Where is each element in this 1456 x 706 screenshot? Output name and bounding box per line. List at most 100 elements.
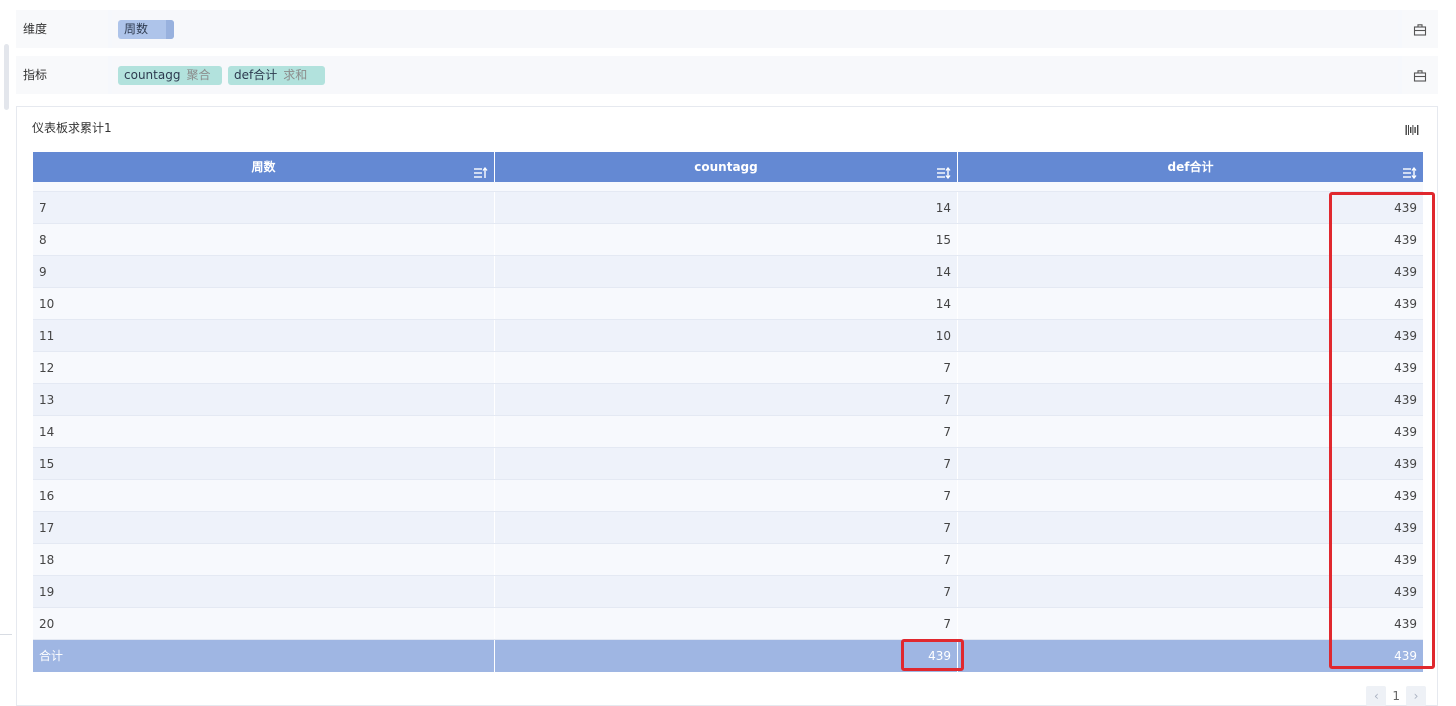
table-spacer-row (33, 182, 1423, 192)
table-row: 15 7 439 (33, 448, 1423, 480)
table-row: 16 7 439 (33, 480, 1423, 512)
metric-chip-def-sum[interactable]: def合计 求和 (228, 66, 325, 85)
metric-chip-countagg[interactable]: countagg 聚合 (118, 66, 222, 85)
cell-countagg: 14 (495, 288, 958, 319)
sort-both-icon (1403, 166, 1417, 180)
cell-week: 8 (33, 224, 495, 255)
metric-drop-zone[interactable]: countagg 聚合 def合计 求和 (112, 56, 1398, 94)
dimension-config-button[interactable] (1402, 10, 1438, 48)
scrollbar-thumb[interactable] (4, 44, 9, 110)
cell-countagg: 14 (495, 256, 958, 287)
column-header-label: countagg (694, 160, 758, 174)
cell-countagg: 7 (495, 480, 958, 511)
sort-ascending-icon (474, 166, 488, 178)
barcode-chart-icon (1405, 125, 1419, 135)
table-header: 周数 countagg def合计 (33, 152, 1423, 182)
sort-both-icon (937, 166, 951, 180)
table-row: 9 14 439 (33, 256, 1423, 288)
cell-countagg: 10 (495, 320, 958, 351)
cell-def-sum: 439 (1394, 553, 1417, 567)
metric-label: 指标 (16, 56, 108, 94)
table-row: 13 7 439 (33, 384, 1423, 416)
cell-countagg: 7 (495, 352, 958, 383)
left-scrollbar[interactable] (0, 0, 13, 697)
metric-chip-agg: 求和 (283, 68, 308, 82)
table-row: 18 7 439 (33, 544, 1423, 576)
cell-def-sum: 439 (1394, 617, 1417, 631)
dimension-chip-week[interactable]: 周数 (118, 20, 174, 39)
table-row: 12 7 439 (33, 352, 1423, 384)
cell-week: 13 (33, 384, 495, 415)
table-row: 20 7 439 (33, 608, 1423, 640)
metric-field-row: 指标 countagg 聚合 def合计 求和 (16, 56, 1438, 94)
cell-week: 14 (33, 416, 495, 447)
column-header-countagg[interactable]: countagg (495, 152, 958, 182)
cell-week: 7 (33, 192, 495, 223)
cell-countagg: 7 (495, 384, 958, 415)
cell-week: 17 (33, 512, 495, 543)
toolbox-icon (1413, 69, 1427, 82)
cell-countagg: 7 (495, 416, 958, 447)
cell-def-sum: 439 (1394, 201, 1417, 215)
dimension-chip-label: 周数 (124, 22, 149, 36)
cell-countagg: 7 (495, 576, 958, 607)
dimension-field-row: 维度 周数 (16, 10, 1438, 48)
total-def-sum: 439 (1394, 649, 1417, 663)
table-row: 17 7 439 (33, 512, 1423, 544)
dimension-drop-zone[interactable]: 周数 (112, 10, 1398, 48)
cell-def-sum: 439 (1394, 425, 1417, 439)
metric-config-button[interactable] (1402, 56, 1438, 94)
table-row: 19 7 439 (33, 576, 1423, 608)
cell-countagg: 7 (495, 448, 958, 479)
pagination: ‹ 1 › (1366, 686, 1426, 706)
divider (0, 634, 12, 635)
chart-type-button[interactable] (1405, 121, 1419, 140)
cell-def-sum: 439 (1394, 521, 1417, 535)
chart-panel: 仪表板求累计1 周数 countagg def合计 7 14 439 8 15 … (16, 106, 1438, 706)
cell-week: 19 (33, 576, 495, 607)
table-body: 7 14 439 8 15 439 9 14 439 10 14 439 11 (33, 192, 1423, 672)
page-number[interactable]: 1 (1392, 686, 1400, 706)
cell-def-sum: 439 (1394, 265, 1417, 279)
cell-countagg: 7 (495, 544, 958, 575)
table-row: 14 7 439 (33, 416, 1423, 448)
metric-chip-name: countagg (124, 68, 181, 82)
cell-def-sum: 439 (1394, 393, 1417, 407)
column-header-week[interactable]: 周数 (33, 152, 495, 182)
table-row: 8 15 439 (33, 224, 1423, 256)
cell-countagg: 15 (495, 224, 958, 255)
dimension-label: 维度 (16, 10, 108, 48)
cell-def-sum: 439 (1394, 329, 1417, 343)
metric-chip-name: def合计 (234, 68, 278, 82)
total-countagg: 439 (495, 640, 958, 672)
column-header-label: 周数 (251, 160, 276, 174)
prev-page-button[interactable]: ‹ (1366, 686, 1387, 706)
panel-title: 仪表板求累计1 (32, 121, 112, 135)
total-row: 合计 439 439 (33, 640, 1423, 672)
cell-def-sum: 439 (1394, 585, 1417, 599)
column-header-def-sum[interactable]: def合计 (958, 152, 1423, 182)
cell-week: 9 (33, 256, 495, 287)
cell-week: 11 (33, 320, 495, 351)
next-page-button[interactable]: › (1406, 686, 1426, 706)
cell-week: 20 (33, 608, 495, 639)
cell-def-sum: 439 (1394, 233, 1417, 247)
cell-week: 10 (33, 288, 495, 319)
cell-def-sum: 439 (1394, 361, 1417, 375)
cell-def-sum: 439 (1394, 297, 1417, 311)
cell-week: 15 (33, 448, 495, 479)
toolbox-icon (1413, 23, 1427, 36)
cell-week: 12 (33, 352, 495, 383)
total-label: 合计 (33, 640, 495, 672)
cell-countagg: 7 (495, 608, 958, 639)
table-row: 7 14 439 (33, 192, 1423, 224)
cell-week: 18 (33, 544, 495, 575)
metric-chip-agg: 聚合 (186, 68, 211, 82)
cell-week: 16 (33, 480, 495, 511)
cell-countagg: 14 (495, 192, 958, 223)
table-row: 10 14 439 (33, 288, 1423, 320)
cell-def-sum: 439 (1394, 489, 1417, 503)
column-header-label: def合计 (1167, 160, 1214, 174)
cell-countagg: 7 (495, 512, 958, 543)
table-row: 11 10 439 (33, 320, 1423, 352)
